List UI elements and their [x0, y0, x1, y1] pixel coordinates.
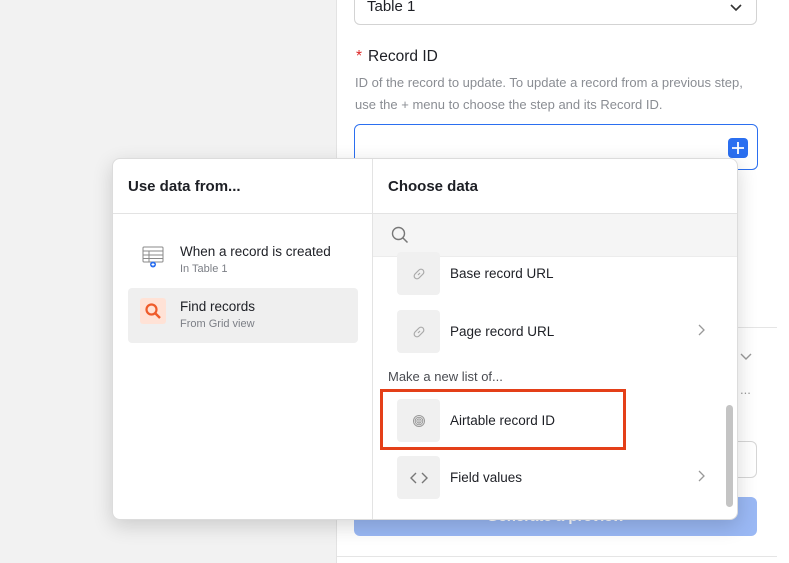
option-base-record-url[interactable]: Base record URL: [397, 251, 707, 296]
chevron-down-icon[interactable]: [739, 349, 753, 363]
bottom-divider: [337, 556, 777, 557]
highlight-annotation: [380, 389, 626, 450]
list-section-title: Make a new list of...: [388, 369, 503, 384]
source-subtitle: From Grid view: [180, 318, 255, 330]
option-field-values[interactable]: Field values: [397, 455, 707, 500]
table-select[interactable]: Table 1: [354, 0, 757, 25]
link-icon: [397, 252, 440, 295]
plus-icon: [732, 142, 744, 154]
add-data-button[interactable]: [728, 138, 748, 158]
link-icon: [397, 310, 440, 353]
search-icon: [140, 298, 166, 324]
option-label: Field values: [450, 470, 523, 485]
chevron-right-icon: [698, 470, 705, 482]
table-icon: [140, 243, 166, 269]
required-marker: *: [356, 48, 363, 65]
data-options-list: Base record URL Page record URL Make a n…: [373, 252, 737, 519]
chevron-right-icon: [698, 324, 705, 336]
source-record-created[interactable]: When a record is created In Table 1: [128, 233, 358, 288]
option-label: Page record URL: [450, 324, 555, 339]
record-id-help: ID of the record to update. To update a …: [355, 75, 743, 112]
option-page-record-url[interactable]: Page record URL: [397, 309, 707, 354]
table-select-value: Table 1: [367, 0, 416, 15]
source-title: Find records: [180, 299, 256, 314]
choose-data-header: Choose data: [373, 159, 737, 214]
source-find-records[interactable]: Find records From Grid view: [128, 288, 358, 343]
data-picker-popup: Use data from... When a record is create…: [112, 158, 738, 520]
choose-data-column: Choose data Base record URL Page record …: [373, 159, 737, 519]
faint-input[interactable]: [735, 441, 757, 478]
option-label: Base record URL: [450, 266, 554, 281]
source-title: When a record is created: [180, 244, 331, 259]
record-id-label: * Record ID: [356, 48, 438, 66]
truncated-text: ...: [740, 382, 751, 397]
source-subtitle: In Table 1: [180, 263, 228, 275]
chevron-down-icon: [730, 3, 742, 11]
code-icon: [397, 456, 440, 499]
scrollbar-thumb[interactable]: [726, 405, 733, 507]
record-id-label-text: Record ID: [368, 48, 438, 65]
search-icon: [391, 226, 409, 244]
use-data-from-header: Use data from...: [113, 159, 372, 214]
data-source-column: Use data from... When a record is create…: [113, 159, 373, 519]
